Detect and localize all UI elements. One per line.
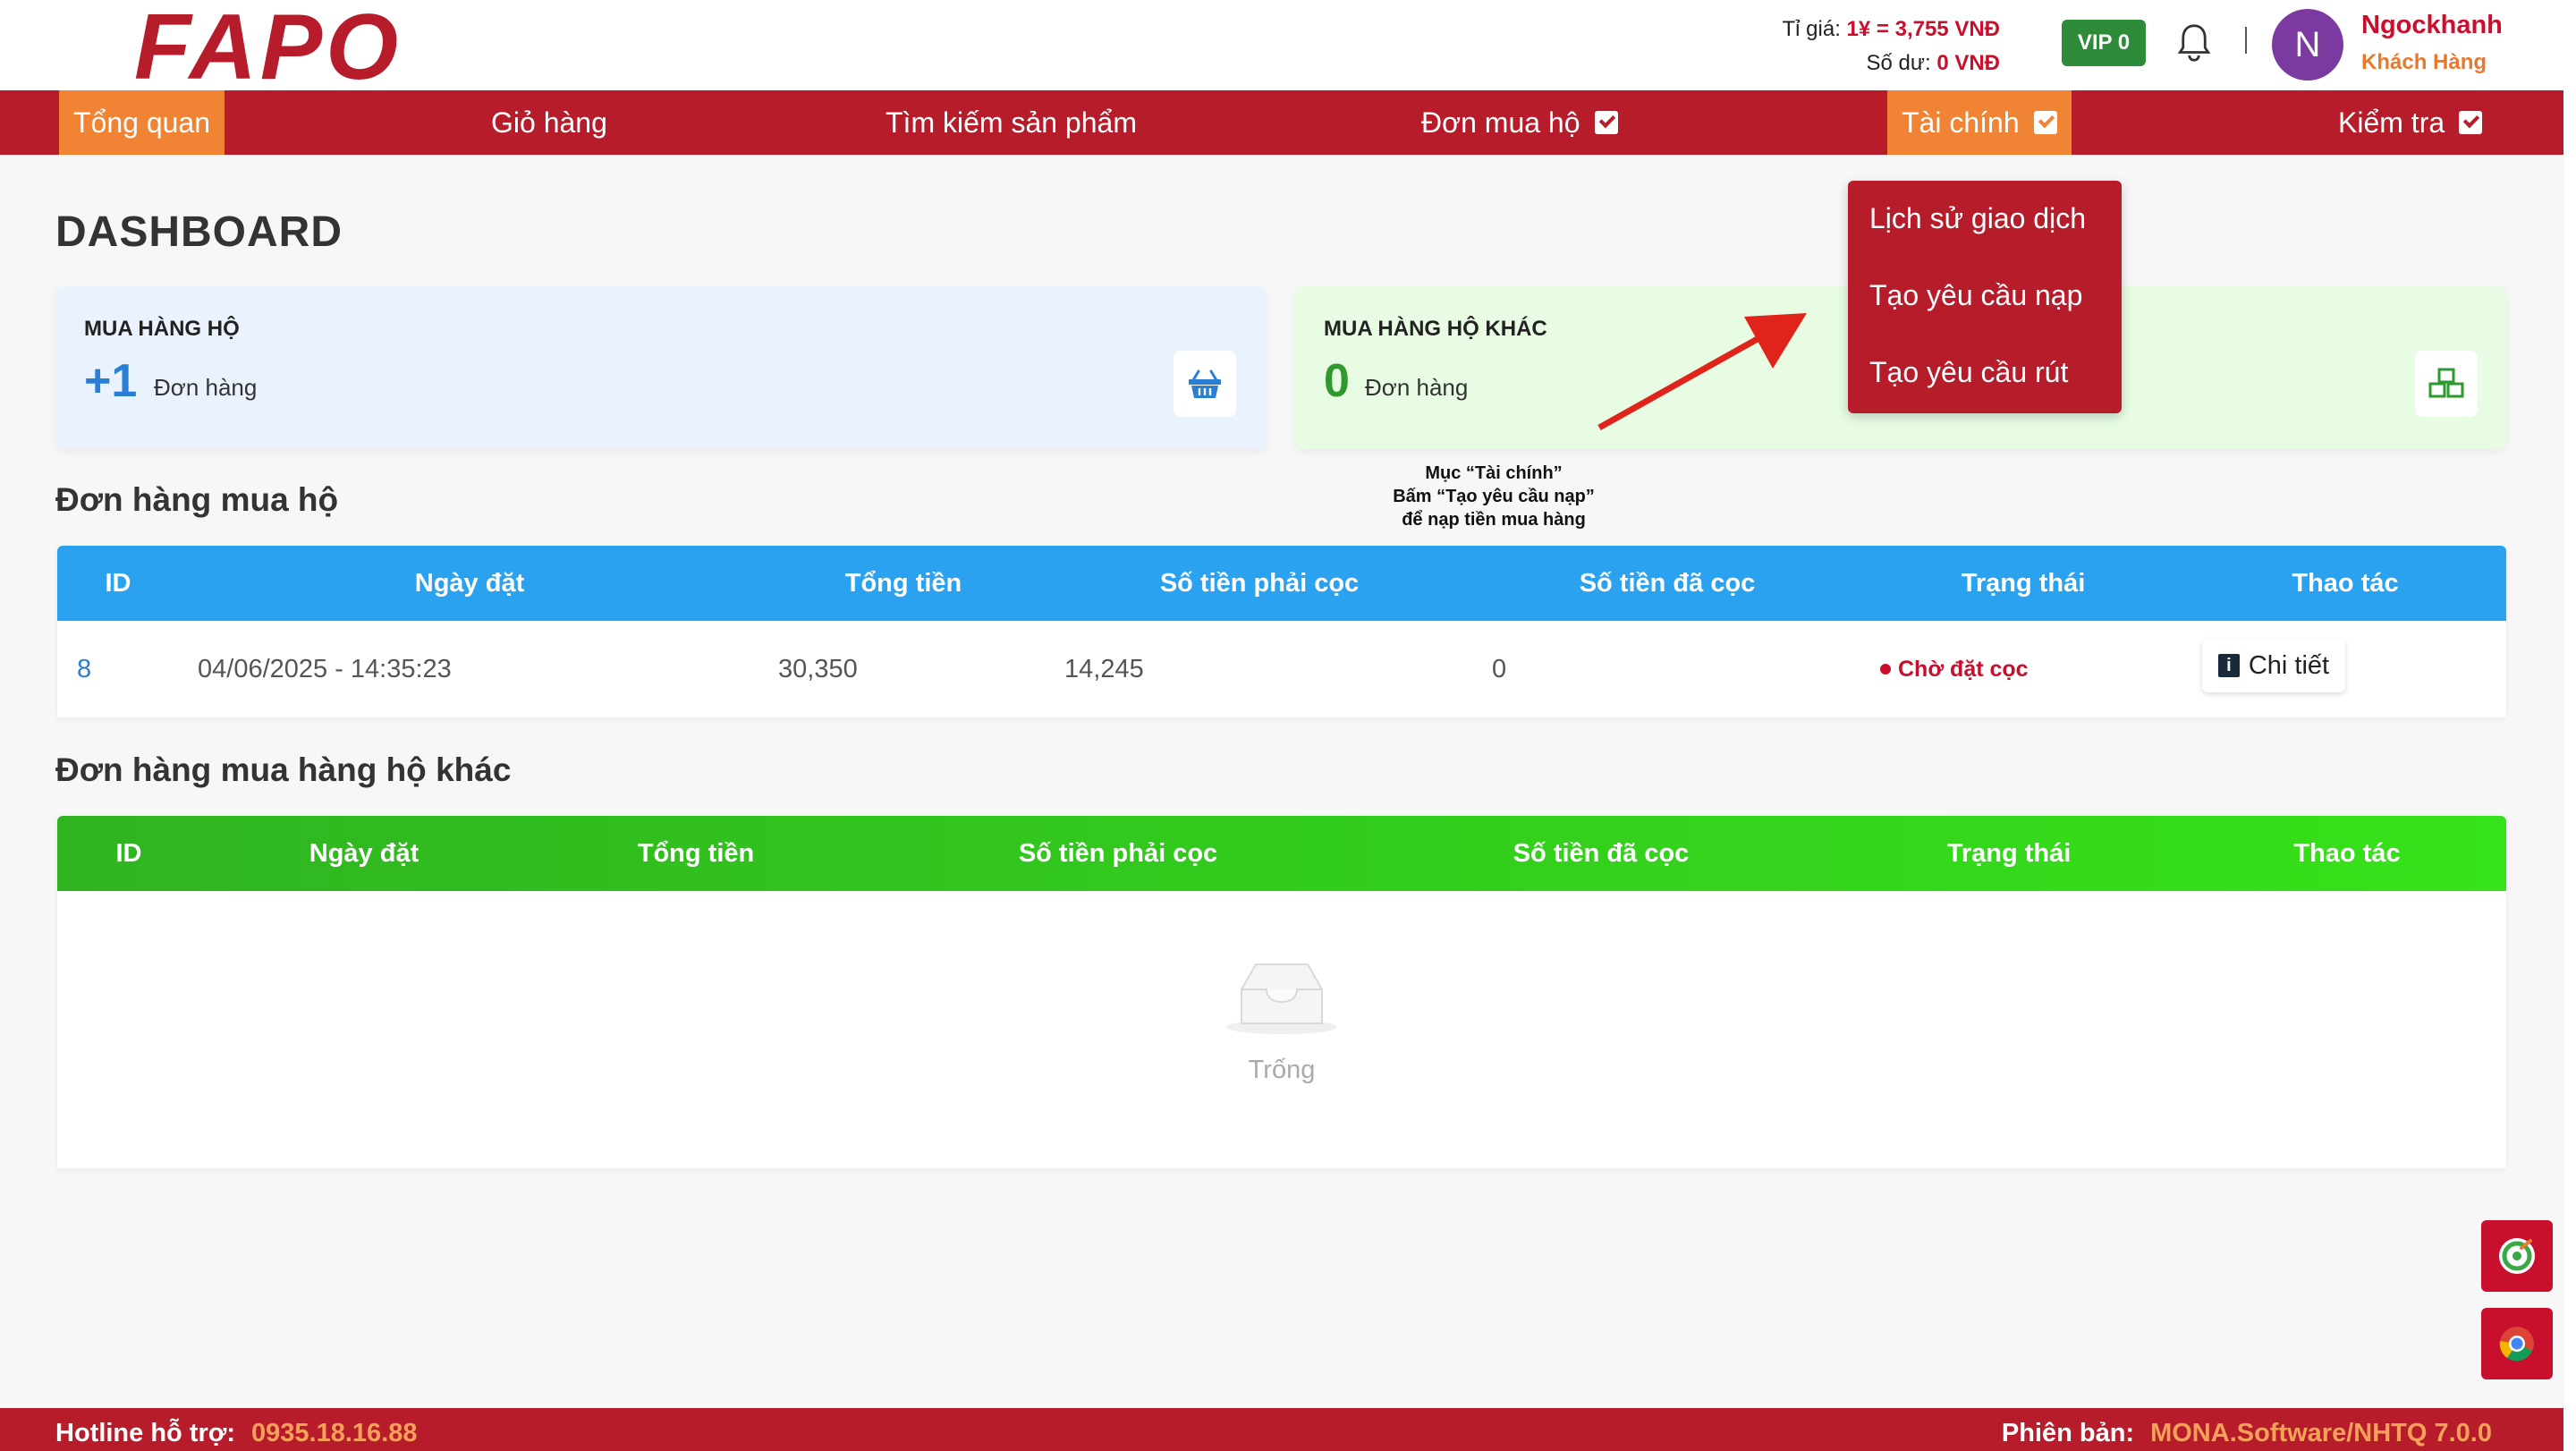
col-header[interactable]: Số tiền đã cọc — [1513, 816, 1690, 891]
order-deposit-paid: 0 — [1492, 654, 1507, 683]
col-header[interactable]: Số tiền phải cọc — [1160, 546, 1359, 621]
card-value: +1 — [84, 355, 138, 407]
annotation-line: Bấm “Tạo yêu cầu nạp” — [1393, 487, 1595, 506]
info-icon: i — [2217, 654, 2240, 677]
bell-icon[interactable] — [2175, 22, 2213, 64]
user-name[interactable]: Ngockhanh — [2361, 11, 2503, 40]
status-badge: Chờ đặt cọc — [1880, 621, 2029, 717]
rate-info: Tỉ giá: 1¥ = 3,755 VNĐ Số dư: 0 VNĐ — [1783, 13, 2000, 81]
user-role: Khách Hàng — [2361, 50, 2487, 74]
other-orders-table: ID Ngày đặt Tổng tiền Số tiền phải cọc S… — [57, 816, 2506, 1168]
finance-dropdown-menu: Lịch sử giao dịch Tạo yêu cầu nạp Tạo yê… — [1848, 181, 2122, 413]
chrome-extension-button[interactable] — [2481, 1308, 2553, 1379]
section-title-orders: Đơn hàng mua hộ — [55, 481, 339, 518]
nav-label: Tổng quan — [73, 106, 211, 139]
rate-value: 1¥ = 3,755 VNĐ — [1846, 17, 2000, 41]
main-nav: Tổng quan Giỏ hàng Tìm kiếm sản phẩm Đơn… — [0, 90, 2563, 155]
page-title: DASHBOARD — [55, 208, 343, 256]
rate-label: Tỉ giá: — [1782, 17, 1841, 41]
col-header[interactable]: Số tiền đã cọc — [1580, 546, 1756, 621]
nav-item-check[interactable]: Kiểm tra — [2338, 90, 2483, 155]
col-header[interactable]: ID — [116, 816, 142, 891]
col-header[interactable]: Tổng tiền — [845, 546, 962, 621]
table-header: ID Ngày đặt Tổng tiền Số tiền phải cọc S… — [57, 816, 2506, 891]
detail-label: Chi tiết — [2248, 650, 2330, 680]
chevron-down-icon — [2033, 111, 2057, 134]
chrome-icon — [2499, 1327, 2534, 1362]
hotline-number[interactable]: 0935.18.16.88 — [251, 1419, 417, 1447]
footer-version: Phiên bản: MONA.Software/NHTQ 7.0.0 — [2002, 1419, 2492, 1448]
empty-inbox-icon — [1226, 963, 1337, 1034]
arrow-annotation-icon — [1597, 313, 1807, 431]
balance-label: Số dư: — [1866, 51, 1931, 75]
card-unit: Đơn hàng — [1365, 374, 1469, 401]
nav-label: Đơn mua hộ — [1421, 106, 1580, 139]
col-header[interactable]: Tổng tiền — [638, 816, 754, 891]
card-unit: Đơn hàng — [154, 374, 258, 401]
orders-table: ID Ngày đặt Tổng tiền Số tiền phải cọc S… — [57, 546, 2506, 717]
support-chat-button[interactable] — [2481, 1220, 2553, 1292]
chevron-down-icon — [2459, 111, 2483, 134]
scrollbar[interactable] — [2563, 0, 2576, 1451]
menu-item-withdraw-request[interactable]: Tạo yêu cầu rút — [1869, 356, 2068, 389]
order-deposit-required: 14,245 — [1064, 654, 1144, 683]
card-purchase[interactable]: MUA HÀNG HỘ +1 Đơn hàng — [55, 286, 1267, 449]
status-text: Chờ đặt cọc — [1898, 656, 2029, 682]
chat-icon — [2499, 1238, 2535, 1274]
nav-label: Giỏ hàng — [491, 106, 607, 139]
basket-icon[interactable] — [1174, 351, 1236, 417]
fapo-logo[interactable]: FAPO — [134, 5, 510, 86]
col-header[interactable]: Ngày đặt — [415, 546, 524, 621]
nav-label: Kiểm tra — [2338, 106, 2445, 139]
col-header[interactable]: Số tiền phải cọc — [1019, 816, 1217, 891]
balance-value: 0 VNĐ — [1936, 51, 2000, 75]
nav-item-overview[interactable]: Tổng quan — [59, 90, 225, 155]
header-divider — [2245, 27, 2247, 54]
boxes-icon[interactable] — [2415, 351, 2478, 417]
chevron-down-icon — [1594, 111, 1618, 134]
table-header: ID Ngày đặt Tổng tiền Số tiền phải cọc S… — [57, 546, 2506, 621]
top-header: FAPO Tỉ giá: 1¥ = 3,755 VNĐ Số dư: 0 VNĐ… — [0, 0, 2563, 90]
svg-text:FAPO: FAPO — [134, 5, 402, 86]
annotation-text: Mục “Tài chính” Bấm “Tạo yêu cầu nạp” để… — [1360, 462, 1628, 531]
col-header[interactable]: Thao tác — [2293, 816, 2400, 891]
nav-item-cart[interactable]: Giỏ hàng — [491, 90, 607, 155]
order-date: 04/06/2025 - 14:35:23 — [198, 654, 452, 683]
version-value[interactable]: MONA.Software/NHTQ 7.0.0 — [2150, 1419, 2492, 1447]
col-header[interactable]: Ngày đặt — [309, 816, 419, 891]
annotation-line: để nạp tiền mua hàng — [1402, 510, 1586, 530]
status-dot-icon — [1880, 664, 1891, 675]
nav-item-finance[interactable]: Tài chính — [1887, 90, 2072, 155]
footer-hotline: Hotline hỗ trợ: 0935.18.16.88 — [55, 1419, 418, 1448]
col-header[interactable]: Trạng thái — [1962, 546, 2086, 621]
nav-label: Tài chính — [1902, 106, 2020, 139]
nav-item-product-search[interactable]: Tìm kiếm sản phẩm — [886, 90, 1137, 155]
order-total: 30,350 — [778, 654, 858, 683]
card-label: MUA HÀNG HỘ KHÁC — [1324, 317, 1547, 341]
empty-text: Trống — [1248, 1056, 1316, 1084]
col-header[interactable]: ID — [106, 546, 131, 621]
detail-button[interactable]: i Chi tiết — [2202, 639, 2345, 692]
col-header[interactable]: Thao tác — [2292, 546, 2398, 621]
card-value: 0 — [1324, 355, 1350, 407]
version-label: Phiên bản: — [2001, 1419, 2135, 1447]
col-header[interactable]: Trạng thái — [1947, 816, 2072, 891]
hotline-label: Hotline hỗ trợ: — [55, 1419, 236, 1447]
avatar[interactable]: N — [2272, 9, 2343, 81]
nav-label: Tìm kiếm sản phẩm — [886, 106, 1137, 139]
menu-item-transaction-history[interactable]: Lịch sử giao dịch — [1869, 202, 2086, 235]
menu-item-deposit-request[interactable]: Tạo yêu cầu nạp — [1869, 279, 2082, 312]
order-id-link[interactable]: 8 — [77, 621, 91, 717]
footer: Hotline hỗ trợ: 0935.18.16.88 Phiên bản: M… — [0, 1408, 2563, 1451]
section-title-other-orders: Đơn hàng mua hàng hộ khác — [55, 751, 512, 788]
annotation-line: Mục “Tài chính” — [1425, 463, 1563, 483]
nav-item-purchase-orders[interactable]: Đơn mua hộ — [1421, 90, 1618, 155]
vip-badge[interactable]: VIP 0 — [2062, 20, 2146, 66]
card-label: MUA HÀNG HỘ — [84, 317, 240, 341]
